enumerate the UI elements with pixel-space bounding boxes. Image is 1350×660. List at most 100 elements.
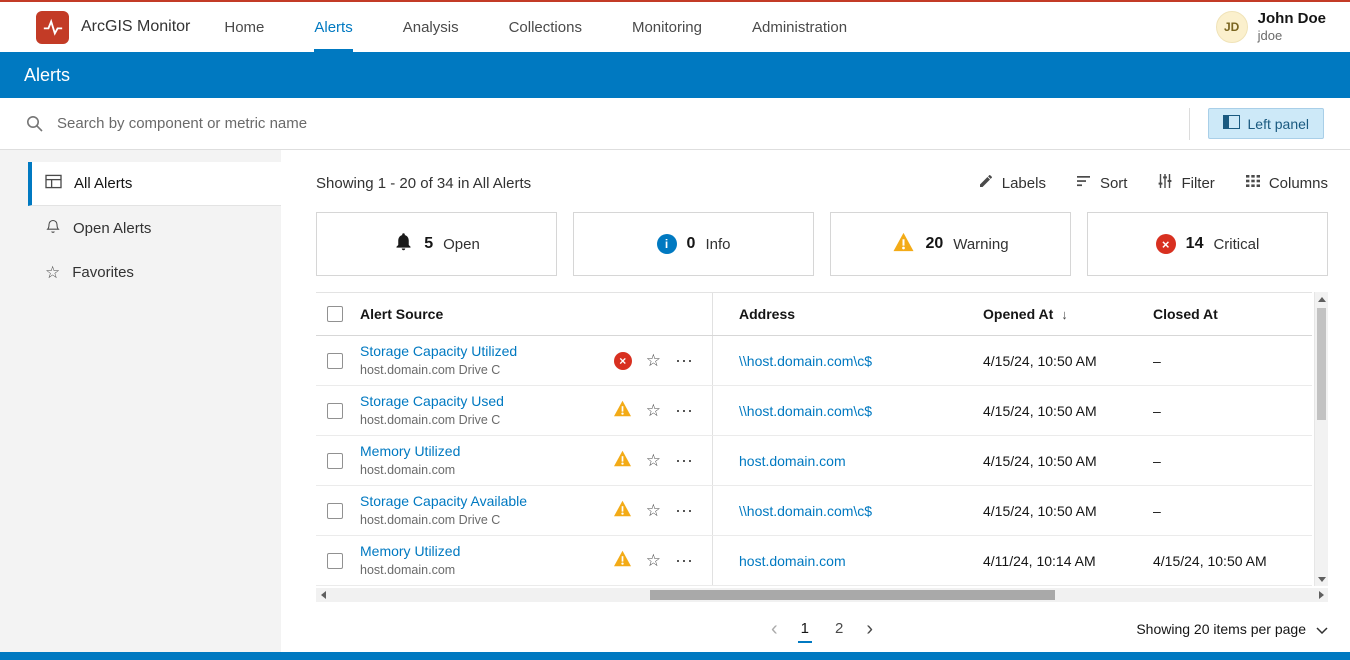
alert-source-subtitle: host.domain.com Drive C xyxy=(360,413,504,428)
warning-alerts-card[interactable]: 20 Warning xyxy=(830,212,1071,276)
sort-button[interactable]: Sort xyxy=(1076,173,1128,193)
row-actions-ellipsis-icon[interactable]: ⋯ xyxy=(675,552,694,570)
column-header-alert-source[interactable]: Alert Source xyxy=(360,306,443,322)
vertical-scrollbar-thumb[interactable] xyxy=(1317,308,1326,420)
column-header-closed-at[interactable]: Closed At xyxy=(1153,306,1218,322)
alert-source-cell: Memory Utilized host.domain.com xyxy=(360,543,460,579)
favorite-star-icon[interactable]: ☆ xyxy=(646,452,661,469)
filter-button[interactable]: Filter xyxy=(1157,173,1214,193)
opened-at-value: 4/11/24, 10:14 AM xyxy=(983,553,1096,569)
closed-at-value: – xyxy=(1153,503,1161,519)
alerts-table: Alert Source Address Opened At ↓ Closed … xyxy=(316,292,1312,586)
favorite-star-icon[interactable]: ☆ xyxy=(646,502,661,519)
row-checkbox[interactable] xyxy=(327,403,343,419)
bell-icon xyxy=(393,231,414,257)
pager: ‹ 1 2 › xyxy=(771,616,873,643)
sort-desc-icon[interactable]: ↓ xyxy=(1061,307,1068,322)
page-title: Alerts xyxy=(24,65,70,86)
user-name: John Doe xyxy=(1258,10,1326,28)
row-actions-ellipsis-icon[interactable]: ⋯ xyxy=(675,352,694,370)
sidebar-item-label: All Alerts xyxy=(74,175,132,192)
sidebar-item-favorites[interactable]: ☆ Favorites xyxy=(28,250,281,294)
alert-source-link[interactable]: Storage Capacity Utilized xyxy=(360,343,517,361)
alert-source-link[interactable]: Storage Capacity Available xyxy=(360,493,527,511)
sidebar-item-open-alerts[interactable]: Open Alerts xyxy=(28,206,281,250)
status-icon: × xyxy=(613,550,632,572)
columns-button[interactable]: Columns xyxy=(1245,173,1328,193)
address-link[interactable]: \\host.domain.com\c$ xyxy=(739,353,872,369)
column-header-address[interactable]: Address xyxy=(739,306,795,322)
search-bar: Left panel xyxy=(0,98,1350,150)
warning-icon xyxy=(613,550,632,567)
favorite-star-icon[interactable]: ☆ xyxy=(646,352,661,369)
row-checkbox[interactable] xyxy=(327,553,343,569)
columns-grid-icon xyxy=(1245,173,1261,193)
next-page-icon[interactable]: › xyxy=(866,619,873,639)
page-title-bar: Alerts xyxy=(0,52,1350,98)
page-button-1[interactable]: 1 xyxy=(798,616,812,643)
previous-page-icon[interactable]: ‹ xyxy=(771,619,778,639)
horizontal-scrollbar-thumb[interactable] xyxy=(650,590,1055,600)
sidebar-item-label: Favorites xyxy=(72,264,134,281)
address-link[interactable]: \\host.domain.com\c$ xyxy=(739,503,872,519)
column-header-opened-at[interactable]: Opened At xyxy=(983,306,1053,322)
table-row: Memory Utilized host.domain.com × ☆ ⋯ xyxy=(316,436,1312,486)
table-header-row: Alert Source Address Opened At ↓ Closed … xyxy=(316,292,1312,336)
select-all-checkbox[interactable] xyxy=(327,306,343,322)
nav-item-home[interactable]: Home xyxy=(224,2,264,52)
nav-item-monitoring[interactable]: Monitoring xyxy=(632,2,702,52)
address-link[interactable]: host.domain.com xyxy=(739,553,846,569)
bell-icon xyxy=(45,218,61,239)
app-window: ArcGIS Monitor Home Alerts Analysis Coll… xyxy=(0,0,1350,660)
items-per-page-selector[interactable]: Showing 20 items per page xyxy=(1136,621,1328,637)
nav-item-alerts[interactable]: Alerts xyxy=(314,2,352,52)
alert-source-link[interactable]: Memory Utilized xyxy=(360,543,460,561)
warning-icon xyxy=(613,400,632,417)
row-actions-ellipsis-icon[interactable]: ⋯ xyxy=(675,502,694,520)
favorite-star-icon[interactable]: ☆ xyxy=(646,402,661,419)
open-alerts-card[interactable]: 5 Open xyxy=(316,212,557,276)
address-link[interactable]: host.domain.com xyxy=(739,453,846,469)
table-row: Storage Capacity Available host.domain.c… xyxy=(316,486,1312,536)
app-title: ArcGIS Monitor xyxy=(81,18,190,36)
info-alerts-card[interactable]: i 0 Info xyxy=(573,212,814,276)
warning-icon xyxy=(613,450,632,467)
scroll-up-icon[interactable] xyxy=(1315,292,1329,306)
row-icons: × ☆ ⋯ xyxy=(613,500,694,522)
alert-source-cell: Storage Capacity Utilized host.domain.co… xyxy=(360,343,517,379)
nav-item-administration[interactable]: Administration xyxy=(752,2,847,52)
filter-sliders-icon xyxy=(1157,173,1173,193)
nav-item-analysis[interactable]: Analysis xyxy=(403,2,459,52)
search-input[interactable] xyxy=(57,115,1171,132)
alert-source-cell: Storage Capacity Used host.domain.com Dr… xyxy=(360,393,504,429)
closed-at-value: – xyxy=(1153,453,1161,469)
alert-source-link[interactable]: Memory Utilized xyxy=(360,443,460,461)
scroll-left-icon[interactable] xyxy=(316,588,330,602)
alert-source-link[interactable]: Storage Capacity Used xyxy=(360,393,504,411)
user-menu[interactable]: JD John Doe jdoe xyxy=(1216,10,1326,44)
info-count: 0 xyxy=(687,235,696,253)
labels-button[interactable]: Labels xyxy=(978,173,1046,193)
row-actions-ellipsis-icon[interactable]: ⋯ xyxy=(675,402,694,420)
sort-icon xyxy=(1076,173,1092,193)
closed-at-value: 4/15/24, 10:50 AM xyxy=(1153,553,1267,569)
sidebar-item-label: Open Alerts xyxy=(73,220,151,237)
sidebar-item-all-alerts[interactable]: All Alerts xyxy=(28,162,281,206)
critical-alerts-card[interactable]: × 14 Critical xyxy=(1087,212,1328,276)
row-checkbox[interactable] xyxy=(327,353,343,369)
page-button-2[interactable]: 2 xyxy=(832,616,846,643)
chevron-down-icon xyxy=(1316,621,1328,637)
nav-item-collections[interactable]: Collections xyxy=(509,2,582,52)
row-actions-ellipsis-icon[interactable]: ⋯ xyxy=(675,452,694,470)
row-checkbox[interactable] xyxy=(327,503,343,519)
address-link[interactable]: \\host.domain.com\c$ xyxy=(739,403,872,419)
brand: ArcGIS Monitor xyxy=(36,11,190,44)
items-per-page-label: Showing 20 items per page xyxy=(1136,621,1306,637)
horizontal-scrollbar[interactable] xyxy=(316,588,1328,602)
vertical-scrollbar[interactable] xyxy=(1314,292,1328,586)
scroll-down-icon[interactable] xyxy=(1315,572,1329,586)
left-panel-toggle-button[interactable]: Left panel xyxy=(1208,108,1325,139)
row-checkbox[interactable] xyxy=(327,453,343,469)
favorite-star-icon[interactable]: ☆ xyxy=(646,552,661,569)
scroll-right-icon[interactable] xyxy=(1314,588,1328,602)
